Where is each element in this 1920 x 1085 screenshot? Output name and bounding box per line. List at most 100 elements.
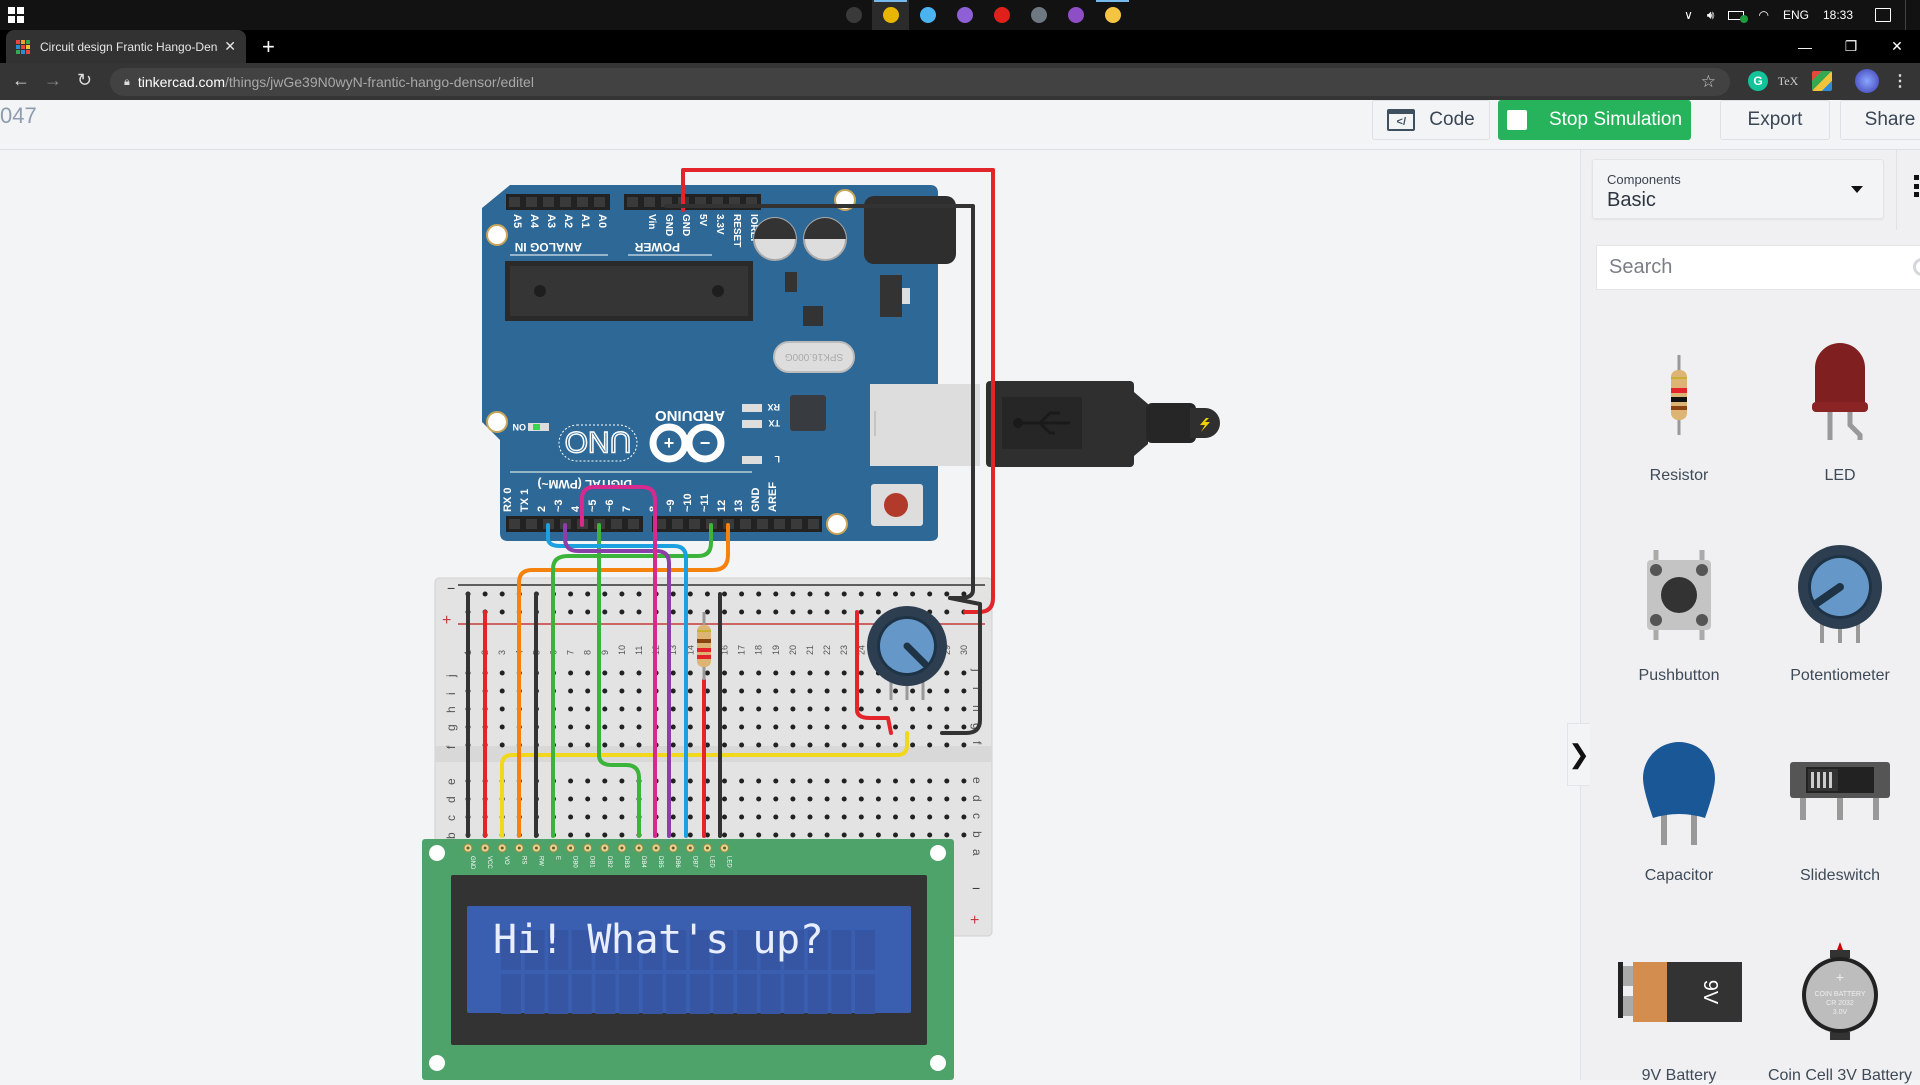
breadboard-hole[interactable] xyxy=(807,688,813,694)
breadboard-hole[interactable] xyxy=(739,724,745,730)
windows-start-icon[interactable] xyxy=(8,7,24,23)
header-pin[interactable] xyxy=(594,197,605,207)
breadboard-hole[interactable] xyxy=(499,670,505,676)
breadboard-hole[interactable] xyxy=(619,778,625,784)
breadboard-hole[interactable] xyxy=(790,832,796,838)
header-pin[interactable] xyxy=(543,197,554,207)
breadboard-hole[interactable] xyxy=(927,742,933,748)
breadboard-hole[interactable] xyxy=(670,724,676,730)
breadboard-hole[interactable] xyxy=(636,706,642,712)
breadboard-hole[interactable] xyxy=(824,814,830,820)
header-pin[interactable] xyxy=(627,197,638,207)
breadboard-hole[interactable] xyxy=(858,796,864,802)
volume-icon[interactable]: 🔊︎ xyxy=(1707,8,1715,23)
breadboard-hole[interactable] xyxy=(568,670,574,676)
breadboard-hole[interactable] xyxy=(585,814,591,820)
breadboard-hole[interactable] xyxy=(568,742,574,748)
breadboard-hole[interactable] xyxy=(602,778,608,784)
breadboard-hole[interactable] xyxy=(893,796,898,802)
breadboard-hole[interactable] xyxy=(585,688,591,694)
rail-hole[interactable] xyxy=(482,591,488,597)
breadboard-hole[interactable] xyxy=(893,688,898,694)
rail-hole[interactable] xyxy=(704,609,710,615)
breadboard-hole[interactable] xyxy=(739,778,745,784)
rail-hole[interactable] xyxy=(568,609,574,615)
breadboard-hole[interactable] xyxy=(619,670,625,676)
breadboard-hole[interactable] xyxy=(687,688,693,694)
breadboard-hole[interactable] xyxy=(824,724,830,730)
breadboard-hole[interactable] xyxy=(858,742,864,748)
lock-icon[interactable]: 🔒︎ xyxy=(124,76,130,89)
reload-icon[interactable]: ↻ xyxy=(77,70,92,91)
rail-hole[interactable] xyxy=(499,591,505,597)
header-pin[interactable] xyxy=(509,197,520,207)
rail-hole[interactable] xyxy=(944,591,950,597)
header-pin[interactable] xyxy=(689,519,700,529)
chrome-icon[interactable] xyxy=(872,0,909,30)
breadboard-hole[interactable] xyxy=(790,742,796,748)
rail-hole[interactable] xyxy=(636,591,642,597)
breadboard-hole[interactable] xyxy=(893,832,898,838)
breadboard-hole[interactable] xyxy=(499,688,505,694)
share-button[interactable]: Share xyxy=(1840,100,1920,140)
breadboard-hole[interactable] xyxy=(687,706,693,712)
component-potentiometer[interactable]: Potentiometer xyxy=(1760,535,1920,685)
breadboard-hole[interactable] xyxy=(687,724,693,730)
rail-hole[interactable] xyxy=(756,609,762,615)
breadboard-hole[interactable] xyxy=(773,832,779,838)
breadboard-hole[interactable] xyxy=(858,706,864,712)
rail-hole[interactable] xyxy=(807,591,813,597)
breadboard-hole[interactable] xyxy=(961,724,967,730)
rail-hole[interactable] xyxy=(722,591,727,597)
breadboard-hole[interactable] xyxy=(619,706,625,712)
breadboard-hole[interactable] xyxy=(619,814,625,820)
rail-hole[interactable] xyxy=(739,591,745,597)
breadboard-hole[interactable] xyxy=(687,814,693,820)
rail-hole[interactable] xyxy=(841,609,847,615)
design-title[interactable]: 047 xyxy=(0,103,37,129)
breadboard-hole[interactable] xyxy=(824,778,830,784)
header-pin[interactable] xyxy=(526,519,537,529)
breadboard-hole[interactable] xyxy=(722,724,727,730)
breadboard-hole[interactable] xyxy=(875,742,881,748)
breadboard-hole[interactable] xyxy=(893,778,898,784)
breadboard-hole[interactable] xyxy=(602,832,608,838)
breadboard-hole[interactable] xyxy=(944,724,950,730)
breadboard-hole[interactable] xyxy=(585,796,591,802)
breadboard-hole[interactable] xyxy=(756,796,762,802)
breadboard-hole[interactable] xyxy=(756,778,762,784)
component-slideswitch[interactable]: Slideswitch xyxy=(1760,735,1920,885)
breadboard-hole[interactable] xyxy=(961,742,967,748)
purple-app-icon[interactable] xyxy=(1057,0,1094,30)
breadboard-hole[interactable] xyxy=(910,814,916,820)
rail-hole[interactable] xyxy=(790,591,796,597)
breadboard-hole[interactable] xyxy=(602,706,608,712)
rail-hole[interactable] xyxy=(636,609,642,615)
breadboard-hole[interactable] xyxy=(619,742,625,748)
rail-hole[interactable] xyxy=(858,609,864,615)
breadboard-hole[interactable] xyxy=(875,688,881,694)
components-category-select[interactable]: Components Basic xyxy=(1592,159,1884,219)
breadboard-hole[interactable] xyxy=(585,724,591,730)
breadboard-hole[interactable] xyxy=(875,832,881,838)
breadboard-hole[interactable] xyxy=(807,778,813,784)
breadboard-hole[interactable] xyxy=(841,670,847,676)
breadboard-hole[interactable] xyxy=(841,724,847,730)
breadboard-hole[interactable] xyxy=(927,778,933,784)
breadboard-hole[interactable] xyxy=(910,706,916,712)
breadboard-hole[interactable] xyxy=(910,796,916,802)
breadboard-hole[interactable] xyxy=(722,832,727,838)
breadboard-hole[interactable] xyxy=(961,814,967,820)
breadboard-hole[interactable] xyxy=(927,706,933,712)
breadboard-hole[interactable] xyxy=(961,778,967,784)
breadboard-hole[interactable] xyxy=(756,724,762,730)
screen-recorder-icon[interactable] xyxy=(983,0,1020,30)
breadboard-hole[interactable] xyxy=(739,796,745,802)
breadboard-hole[interactable] xyxy=(773,796,779,802)
breadboard-hole[interactable] xyxy=(927,688,933,694)
breadboard-hole[interactable] xyxy=(636,670,642,676)
tex-extension-icon[interactable]: TeX xyxy=(1778,71,1798,91)
rail-hole[interactable] xyxy=(585,591,591,597)
breadboard-hole[interactable] xyxy=(670,814,676,820)
rail-hole[interactable] xyxy=(858,591,864,597)
